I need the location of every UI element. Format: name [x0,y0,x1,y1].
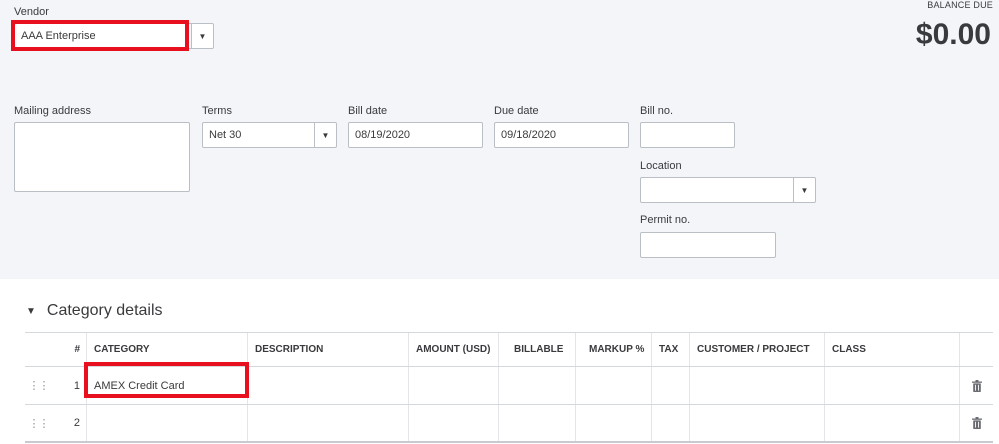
caret-down-icon[interactable]: ▼ [191,24,213,48]
location-label: Location [640,160,682,172]
description-cell[interactable] [247,405,408,441]
col-header-customer: CUSTOMER / PROJECT [689,333,824,366]
col-header-markup: MARKUP % [575,333,651,366]
location-value [641,178,793,202]
billable-cell[interactable] [498,405,575,441]
due-date-field[interactable]: 09/18/2020 [494,122,629,148]
class-cell[interactable] [824,405,959,441]
bill-no-label: Bill no. [640,105,674,117]
table-row[interactable]: ⋮⋮ 1 AMEX Credit Card [25,367,993,405]
amount-cell[interactable] [408,405,498,441]
trash-icon[interactable] [959,367,993,404]
customer-cell[interactable] [689,405,824,441]
bill-no-field[interactable] [640,122,735,148]
trash-icon[interactable] [959,405,993,441]
vendor-label: Vendor [14,6,49,18]
col-header-category: CATEGORY [86,333,247,366]
permit-no-field[interactable] [640,232,776,258]
balance-due-label: BALANCE DUE [927,0,993,10]
terms-select[interactable]: Net 30 ▼ [202,122,337,148]
category-details-title: Category details [46,302,163,319]
grip-header-cell [25,333,52,366]
permit-no-label: Permit no. [640,214,691,226]
vendor-value: AAA Enterprise [21,30,96,42]
customer-cell[interactable] [689,367,824,404]
category-cell[interactable]: AMEX Credit Card [86,367,247,404]
vendor-select[interactable]: AAA Enterprise ▼ [14,23,214,49]
markup-cell[interactable] [575,367,651,404]
table-header-row: # CATEGORY DESCRIPTION AMOUNT (USD) BILL… [25,333,993,367]
bill-date-label: Bill date [348,105,388,117]
tax-cell[interactable] [651,405,689,441]
category-details-toggle[interactable]: ▼ Category details [26,302,163,320]
terms-value: Net 30 [209,129,242,141]
col-header-billable: BILLABLE [498,333,575,366]
balance-due-amount: $0.00 [915,18,991,51]
caret-down-icon[interactable]: ▼ [314,123,336,147]
mailing-address-label: Mailing address [14,105,92,117]
bill-date-field[interactable]: 08/19/2020 [348,122,483,148]
billable-cell[interactable] [498,367,575,404]
tax-cell[interactable] [651,367,689,404]
table-row[interactable]: ⋮⋮ 2 [25,405,993,443]
location-select[interactable]: ▼ [640,177,816,203]
col-header-amount: AMOUNT (USD) [408,333,498,366]
drag-handle-icon[interactable]: ⋮⋮ [25,405,52,441]
col-header-description: DESCRIPTION [247,333,408,366]
terms-label: Terms [202,105,232,117]
row-number: 2 [73,417,80,429]
description-cell[interactable] [247,367,408,404]
category-details-table: # CATEGORY DESCRIPTION AMOUNT (USD) BILL… [25,332,993,443]
col-header-actions [959,333,993,366]
category-cell[interactable] [86,405,247,441]
caret-down-icon[interactable]: ▼ [793,178,815,202]
amount-cell[interactable] [408,367,498,404]
markup-cell[interactable] [575,405,651,441]
col-header-num: # [74,344,80,355]
row-number: 1 [73,379,80,392]
class-cell[interactable] [824,367,959,404]
drag-handle-icon[interactable]: ⋮⋮ [25,367,52,404]
col-header-tax: TAX [651,333,689,366]
triangle-down-icon[interactable]: ▼ [26,306,36,317]
mailing-address-field[interactable] [14,122,190,192]
col-header-class: CLASS [824,333,959,366]
due-date-label: Due date [494,105,539,117]
